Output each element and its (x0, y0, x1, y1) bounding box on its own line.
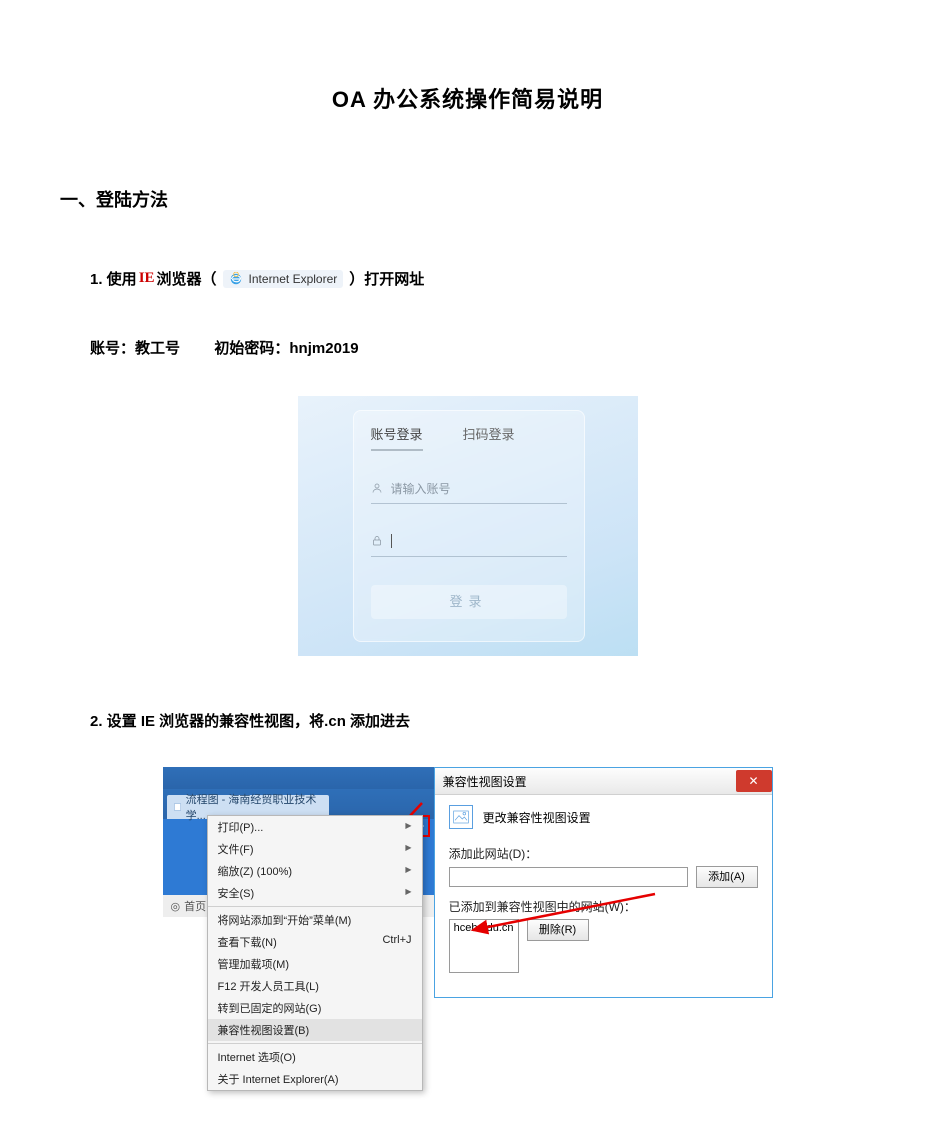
compat-dialog: 兼容性视图设置 ✕ 更改兼容性视图设置 添加此网站(D)： 添加(A) 已添加到… (434, 767, 773, 998)
page-icon (173, 802, 182, 812)
site-listbox[interactable]: hceb.edu.cn (449, 919, 519, 973)
menu-item[interactable]: 缩放(Z) (100%) (208, 860, 422, 882)
menu-item[interactable]: 安全(S) (208, 882, 422, 904)
menu-item[interactable]: 打印(P)... (208, 816, 422, 838)
menu-item-label: 文件(F) (218, 841, 254, 857)
dialog-heading: 更改兼容性视图设置 (483, 809, 591, 826)
add-site-label: 添加此网站(D)： (449, 845, 758, 862)
menu-item[interactable]: 将网站添加到“开始”菜单(M) (208, 909, 422, 931)
menu-item-label: 安全(S) (218, 885, 255, 901)
tools-menu: 打印(P)... 文件(F) 缩放(Z) (100%) 安全(S) 将网站添加到“开始… (207, 815, 423, 1091)
list-item[interactable]: hceb.edu.cn (454, 922, 514, 934)
ie-badge: Internet Explorer (223, 270, 344, 288)
menu-accel: Ctrl+J (382, 934, 411, 950)
tab-qr-login[interactable]: 扫码登录 (463, 424, 515, 451)
compat-figure: 流程图 - 海南经贸职业技术学... ⌂ ★ ◎ 首页 打印(P)...文件(F… (163, 767, 773, 998)
home-label: 首页 (184, 898, 206, 914)
menu-item[interactable]: 文件(F) (208, 838, 422, 860)
menu-item-label: 关于 Internet Explorer(A) (218, 1071, 339, 1087)
step1-mid1: 浏览器（ (157, 268, 217, 289)
step-2-line: 2. 设置 IE 浏览器的兼容性视图，将.cn 添加进去 (90, 710, 875, 731)
ie-window-left: 流程图 - 海南经贸职业技术学... ⌂ ★ ◎ 首页 打印(P)...文件(F… (163, 767, 434, 998)
user-icon (371, 482, 383, 494)
ie-titlebar (163, 767, 434, 789)
submenu-arrow-icon (405, 819, 411, 835)
menu-item[interactable]: 兼容性视图设置(B) (208, 1019, 422, 1041)
ie-icon (229, 272, 243, 286)
dialog-titlebar: 兼容性视图设置 ✕ (435, 768, 772, 795)
home-small-icon: ◎ (171, 900, 181, 913)
delete-button[interactable]: 删除(R) (527, 919, 589, 941)
step1-prefix: 1. 使用 (90, 268, 137, 289)
text-cursor (391, 534, 392, 548)
menu-item-label: 打印(P)... (218, 819, 264, 835)
list-label: 已添加到兼容性视图中的网站(W)： (449, 898, 758, 915)
login-button[interactable]: 登录 (371, 585, 567, 619)
menu-item-label: 缩放(Z) (100%) (218, 863, 293, 879)
menu-item[interactable]: 管理加载项(M) (208, 953, 422, 975)
menu-item-label: 将网站添加到“开始”菜单(M) (218, 912, 352, 928)
pwd-label: 初始密码： (214, 340, 289, 357)
submenu-arrow-icon (405, 863, 411, 879)
login-card: 账号登录 扫码登录 请输入账号 登录 (353, 410, 585, 642)
menu-item-label: 管理加载项(M) (218, 956, 290, 972)
close-icon[interactable]: ✕ (736, 770, 772, 792)
credential-line: 账号：教工号 初始密码：hnjm2019 (90, 337, 875, 358)
lock-icon (371, 535, 383, 547)
dialog-title: 兼容性视图设置 (443, 773, 527, 790)
pwd-value: hnjm2019 (289, 340, 358, 357)
menu-item[interactable]: 查看下载(N) Ctrl+J (208, 931, 422, 953)
add-button[interactable]: 添加(A) (696, 866, 758, 888)
password-field[interactable] (371, 526, 567, 557)
acct-label: 账号： (90, 340, 135, 357)
menu-item-label: 转到已固定的网站(G) (218, 1000, 322, 1016)
menu-item-label: 兼容性视图设置(B) (218, 1022, 310, 1038)
menu-item[interactable]: 关于 Internet Explorer(A) (208, 1068, 422, 1090)
document-title: OA 办公系统操作简易说明 (60, 82, 875, 114)
step-1-line: 1. 使用 IE 浏览器（ Internet Explorer ）打开网址 (90, 268, 875, 289)
section-heading-1: 一、登陆方法 (60, 186, 875, 212)
ie-badge-text: Internet Explorer (249, 272, 338, 286)
picture-icon (449, 805, 473, 829)
username-field[interactable]: 请输入账号 (371, 473, 567, 504)
step1-mid2: ）打开网址 (349, 268, 424, 289)
menu-item[interactable]: 转到已固定的网站(G) (208, 997, 422, 1019)
ie-keyword: IE (139, 270, 155, 287)
add-site-input[interactable] (449, 867, 688, 887)
menu-item-label: F12 开发人员工具(L) (218, 978, 319, 994)
document-page: OA 办公系统操作简易说明 一、登陆方法 1. 使用 IE 浏览器（ Inter… (0, 0, 945, 1123)
username-placeholder: 请输入账号 (391, 480, 451, 497)
submenu-arrow-icon (405, 841, 411, 857)
menu-item[interactable]: F12 开发人员工具(L) (208, 975, 422, 997)
login-screenshot: 账号登录 扫码登录 请输入账号 登录 (298, 396, 638, 656)
acct-value: 教工号 (135, 340, 180, 357)
menu-item[interactable]: Internet 选项(O) (208, 1046, 422, 1068)
menu-item-label: Internet 选项(O) (218, 1049, 296, 1065)
tab-account-login[interactable]: 账号登录 (371, 424, 423, 451)
menu-item-label: 查看下载(N) (218, 934, 277, 950)
submenu-arrow-icon (405, 885, 411, 901)
